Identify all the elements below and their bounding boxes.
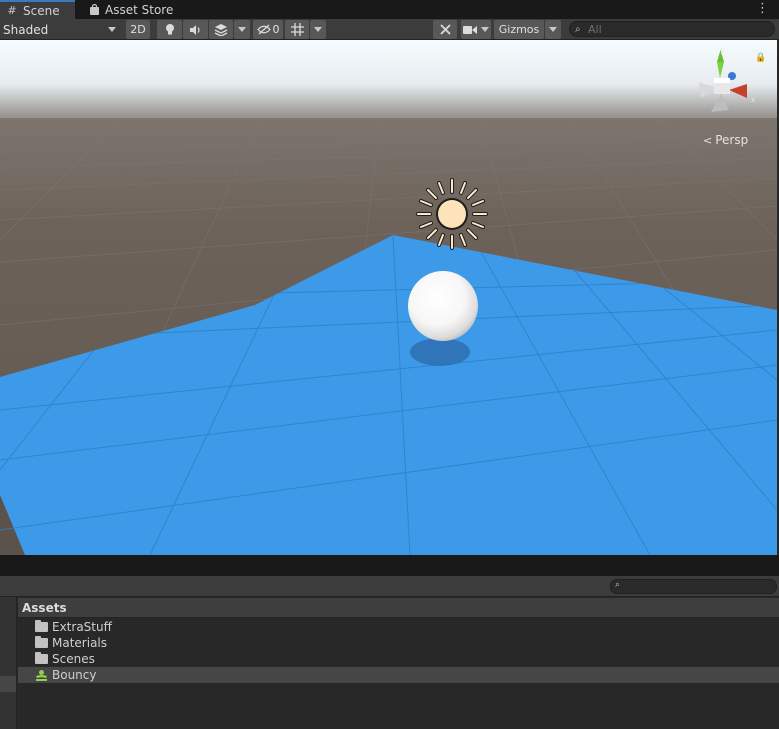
orientation-gizmo[interactable]: y x: [689, 48, 759, 118]
wrench-tools-icon: [439, 24, 451, 35]
asset-item-bouncy[interactable]: Bouncy: [18, 667, 779, 683]
scene-search-input[interactable]: ⌕ All: [569, 21, 775, 37]
search-icon: ⌕: [575, 24, 581, 35]
folder-tree-selection: [0, 676, 16, 692]
gizmos-dropdown-button[interactable]: [545, 20, 561, 39]
window-tab-bar: # Scene Asset Store ⋮: [0, 0, 779, 19]
tab-scene[interactable]: # Scene: [0, 0, 75, 19]
lighting-toggle-button[interactable]: [157, 20, 182, 39]
scene-toolbar: Shaded 2D 0 Gizmos ⌕ All: [0, 19, 779, 40]
chevron-down-icon: [108, 27, 116, 32]
asset-list: ExtraStuff Materials Scenes Bouncy: [18, 619, 779, 683]
asset-item-label: Materials: [52, 636, 108, 650]
perspective-icon: <: [703, 133, 713, 147]
folder-icon: [35, 620, 48, 632]
panel-splitter[interactable]: [0, 555, 779, 576]
gizmo-x-label: x: [751, 96, 755, 104]
projection-toggle[interactable]: < Persp: [703, 133, 748, 147]
projection-label: Persp: [715, 133, 749, 147]
camera-settings-button[interactable]: [461, 20, 491, 39]
hidden-object-count: 0: [272, 23, 280, 36]
folder-icon: [35, 652, 48, 664]
chevron-down-icon: [481, 27, 489, 32]
video-camera-icon: [463, 25, 477, 34]
scene-viewport[interactable]: y x 🔒 < Persp: [0, 40, 777, 555]
tools-button[interactable]: [433, 20, 457, 39]
project-toolbar: ⌕: [0, 576, 779, 597]
grid-toggle-button[interactable]: [285, 20, 309, 39]
physic-material-icon: [36, 669, 47, 681]
asset-item-label: Bouncy: [52, 668, 97, 682]
grid-icon: [290, 23, 304, 36]
hash-grid-icon: #: [7, 4, 17, 17]
project-folder-tree[interactable]: [0, 597, 17, 729]
gizmos-toggle-button[interactable]: Gizmos: [494, 20, 544, 39]
shopping-bag-icon: [88, 3, 100, 16]
effects-toggle-button[interactable]: [209, 20, 233, 39]
assets-breadcrumb-label: Assets: [22, 600, 67, 615]
scene-search-placeholder: All: [588, 22, 602, 36]
assets-breadcrumb[interactable]: Assets: [18, 598, 779, 618]
chevron-down-icon: [549, 27, 557, 32]
lightbulb-icon: [165, 24, 174, 35]
audio-toggle-button[interactable]: [183, 20, 208, 39]
directional-light-icon[interactable]: [414, 176, 490, 252]
effects-dropdown-button[interactable]: [234, 20, 250, 39]
eye-slash-icon: [256, 24, 271, 35]
scene-visibility-button[interactable]: 0: [253, 20, 283, 39]
folder-icon: [35, 636, 48, 648]
more-options-icon[interactable]: ⋮: [756, 2, 769, 15]
scene-render: [0, 40, 777, 555]
tab-asset-store[interactable]: Asset Store: [82, 0, 177, 19]
asset-item-scenes[interactable]: Scenes: [18, 651, 779, 667]
speaker-icon: [190, 24, 200, 35]
asset-item-extrastuff[interactable]: ExtraStuff: [18, 619, 779, 635]
toggle-2d-button[interactable]: 2D: [126, 20, 150, 39]
lock-icon[interactable]: 🔒: [755, 53, 766, 63]
gizmo-y-label: y: [720, 48, 724, 54]
project-search-input[interactable]: ⌕: [610, 579, 777, 594]
toggle-2d-label: 2D: [130, 23, 146, 36]
search-icon: ⌕: [615, 580, 621, 590]
draw-mode-label: Shaded: [3, 22, 49, 37]
asset-item-materials[interactable]: Materials: [18, 635, 779, 651]
gizmos-label: Gizmos: [498, 23, 540, 36]
chevron-down-icon: [314, 27, 322, 32]
chevron-down-icon: [238, 27, 246, 32]
asset-item-label: Scenes: [52, 652, 95, 666]
grid-dropdown-button[interactable]: [310, 20, 326, 39]
layers-effects-icon: [214, 23, 228, 36]
draw-mode-dropdown[interactable]: Shaded: [0, 20, 120, 39]
tab-scene-label: Scene: [23, 3, 60, 18]
tab-asset-store-label: Asset Store: [105, 2, 174, 17]
asset-item-label: ExtraStuff: [52, 620, 112, 634]
